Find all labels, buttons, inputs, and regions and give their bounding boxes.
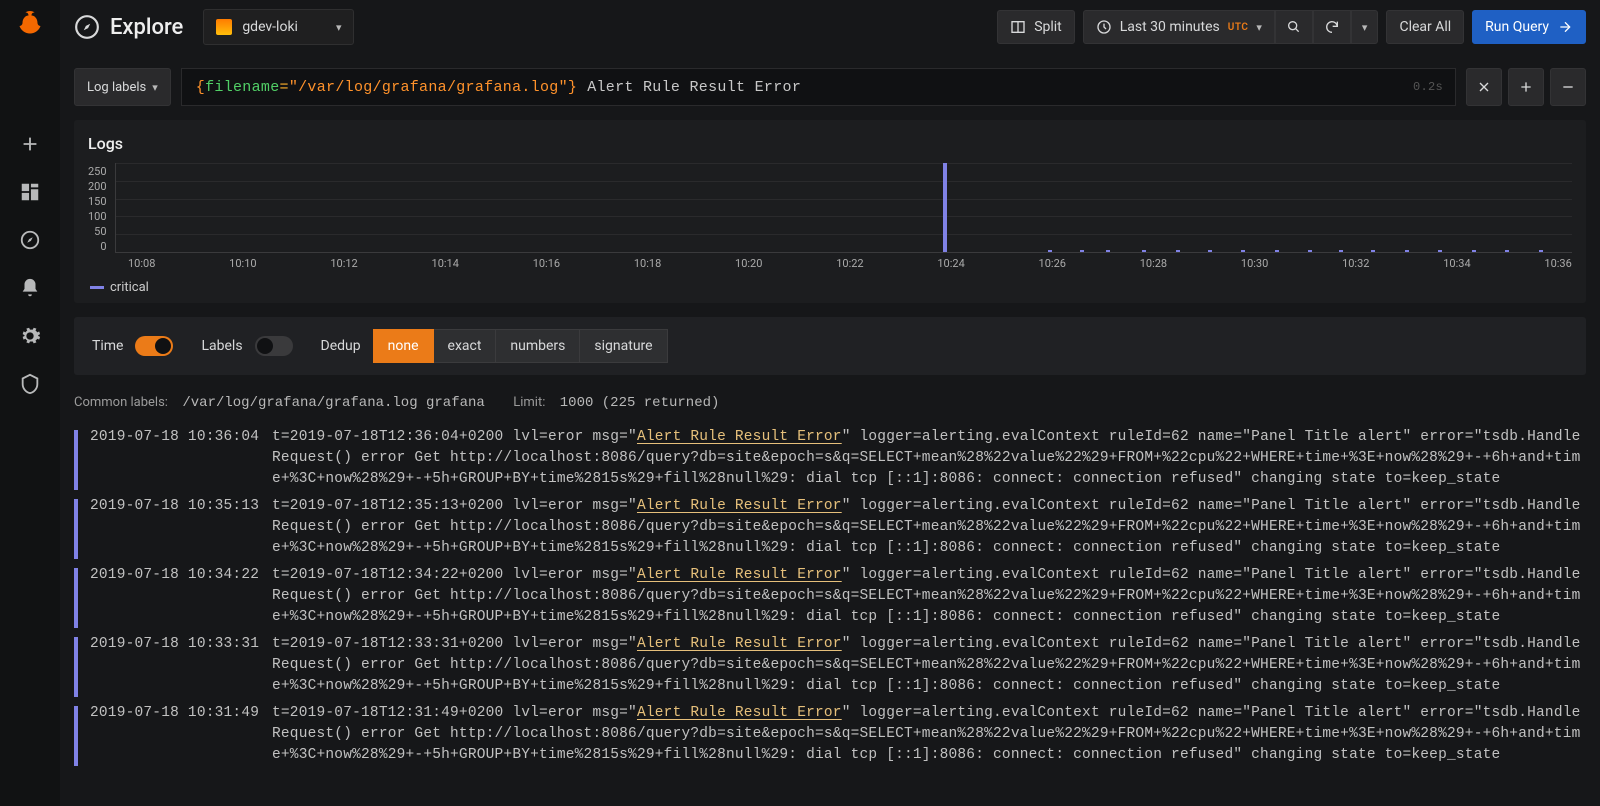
- chevron-down-icon: [1362, 19, 1368, 35]
- refresh-button[interactable]: [1313, 10, 1351, 44]
- log-list: 2019-07-18 10:36:04t=2019-07-18T12:36:04…: [74, 427, 1586, 766]
- legend-swatch: [90, 286, 104, 289]
- dedup-label: Dedup: [321, 338, 361, 354]
- utc-badge: UTC: [1228, 22, 1249, 33]
- log-message: t=2019-07-18T12:31:49+0200 lvl=eror msg=…: [272, 703, 1586, 766]
- chart-bars: [115, 163, 1572, 253]
- log-timestamp: 2019-07-18 10:34:22: [90, 565, 260, 628]
- log-message: t=2019-07-18T12:33:31+0200 lvl=eror msg=…: [272, 634, 1586, 697]
- legend-label: critical: [110, 280, 149, 295]
- panel-title: Logs: [88, 134, 1572, 153]
- chart-y-axis: 250200150100500: [88, 163, 107, 253]
- log-level-bar: [74, 637, 78, 697]
- log-timestamp: 2019-07-18 10:31:49: [90, 703, 260, 766]
- query-filter: Alert Rule Result Error: [587, 79, 801, 96]
- zoom-out-button[interactable]: [1275, 10, 1313, 44]
- refresh-interval-button[interactable]: [1351, 10, 1379, 44]
- dedup-segmented: noneexactnumberssignature: [373, 329, 668, 363]
- log-level-bar: [74, 706, 78, 766]
- clear-all-button[interactable]: Clear All: [1386, 10, 1464, 44]
- dedup-exact-button[interactable]: exact: [434, 329, 497, 363]
- dedup-none-button[interactable]: none: [373, 329, 434, 363]
- dedup-signature-button[interactable]: signature: [580, 329, 667, 363]
- create-icon[interactable]: [18, 132, 42, 156]
- common-labels-label: Common labels:: [74, 395, 168, 410]
- log-row[interactable]: 2019-07-18 10:35:13t=2019-07-18T12:35:13…: [74, 496, 1586, 559]
- alerting-icon[interactable]: [18, 276, 42, 300]
- limit-label: Limit:: [513, 395, 545, 410]
- log-row[interactable]: 2019-07-18 10:34:22t=2019-07-18T12:34:22…: [74, 565, 1586, 628]
- loki-icon: [216, 19, 232, 35]
- datasource-select[interactable]: gdev-loki: [203, 9, 354, 45]
- labels-toggle-label: Labels: [201, 338, 242, 354]
- global-sidebar: [0, 0, 60, 806]
- log-message: t=2019-07-18T12:34:22+0200 lvl=eror msg=…: [272, 565, 1586, 628]
- log-timestamp: 2019-07-18 10:33:31: [90, 634, 260, 697]
- query-row: Log labels {filename="/var/log/grafana/g…: [74, 68, 1586, 106]
- time-toggle-label: Time: [92, 338, 123, 354]
- query-input[interactable]: {filename="/var/log/grafana/grafana.log"…: [181, 68, 1456, 106]
- compass-icon: [74, 14, 100, 40]
- log-timestamp: 2019-07-18 10:35:13: [90, 496, 260, 559]
- split-label: Split: [1034, 19, 1062, 35]
- limit-value: 1000 (225 returned): [560, 395, 720, 411]
- meta-row: Common labels: /var/log/grafana/grafana.…: [74, 389, 1586, 413]
- split-button[interactable]: Split: [997, 10, 1075, 44]
- log-level-bar: [74, 430, 78, 490]
- chevron-down-icon: [152, 80, 158, 95]
- run-query-label: Run Query: [1485, 19, 1549, 35]
- clear-query-button[interactable]: [1466, 68, 1502, 106]
- log-message: t=2019-07-18T12:36:04+0200 lvl=eror msg=…: [272, 427, 1586, 490]
- add-query-button[interactable]: [1508, 68, 1544, 106]
- log-timestamp: 2019-07-18 10:36:04: [90, 427, 260, 490]
- log-histogram[interactable]: 250200150100500: [88, 163, 1572, 253]
- time-range-label: Last 30 minutes: [1120, 19, 1220, 35]
- run-query-button[interactable]: Run Query: [1472, 10, 1586, 44]
- page-title: Explore: [110, 15, 183, 40]
- log-message: t=2019-07-18T12:35:13+0200 lvl=eror msg=…: [272, 496, 1586, 559]
- datasource-name: gdev-loki: [242, 19, 298, 35]
- configuration-icon[interactable]: [18, 324, 42, 348]
- common-labels-value: /var/log/grafana/grafana.log grafana: [182, 395, 484, 411]
- remove-query-button[interactable]: [1550, 68, 1586, 106]
- dashboards-icon[interactable]: [18, 180, 42, 204]
- log-level-bar: [74, 568, 78, 628]
- log-row[interactable]: 2019-07-18 10:31:49t=2019-07-18T12:31:49…: [74, 703, 1586, 766]
- logs-panel: Logs 250200150100500 10:0810:1010:1210:1…: [74, 120, 1586, 303]
- log-row[interactable]: 2019-07-18 10:36:04t=2019-07-18T12:36:04…: [74, 427, 1586, 490]
- exec-time: 0.2s: [1413, 80, 1443, 94]
- log-labels-label: Log labels: [87, 80, 146, 95]
- topbar: Explore gdev-loki Split Last 30 minutes …: [60, 0, 1600, 54]
- chart-legend: critical: [90, 280, 1572, 295]
- main-area: Explore gdev-loki Split Last 30 minutes …: [60, 0, 1600, 806]
- log-controls: Time Labels Dedup noneexactnumberssignat…: [74, 317, 1586, 375]
- clear-all-label: Clear All: [1399, 19, 1451, 35]
- time-range-button[interactable]: Last 30 minutes UTC: [1083, 10, 1275, 44]
- chart-x-axis: 10:0810:1010:1210:1410:1610:1810:2010:22…: [128, 253, 1572, 270]
- labels-toggle[interactable]: [255, 336, 293, 356]
- time-toggle[interactable]: [135, 336, 173, 356]
- log-level-bar: [74, 499, 78, 559]
- grafana-logo[interactable]: [12, 8, 48, 44]
- log-row[interactable]: 2019-07-18 10:33:31t=2019-07-18T12:33:31…: [74, 634, 1586, 697]
- explore-icon[interactable]: [18, 228, 42, 252]
- dedup-numbers-button[interactable]: numbers: [496, 329, 580, 363]
- log-labels-button[interactable]: Log labels: [74, 68, 171, 106]
- chevron-down-icon: [336, 19, 342, 35]
- server-admin-icon[interactable]: [18, 372, 42, 396]
- chevron-down-icon: [1256, 19, 1262, 35]
